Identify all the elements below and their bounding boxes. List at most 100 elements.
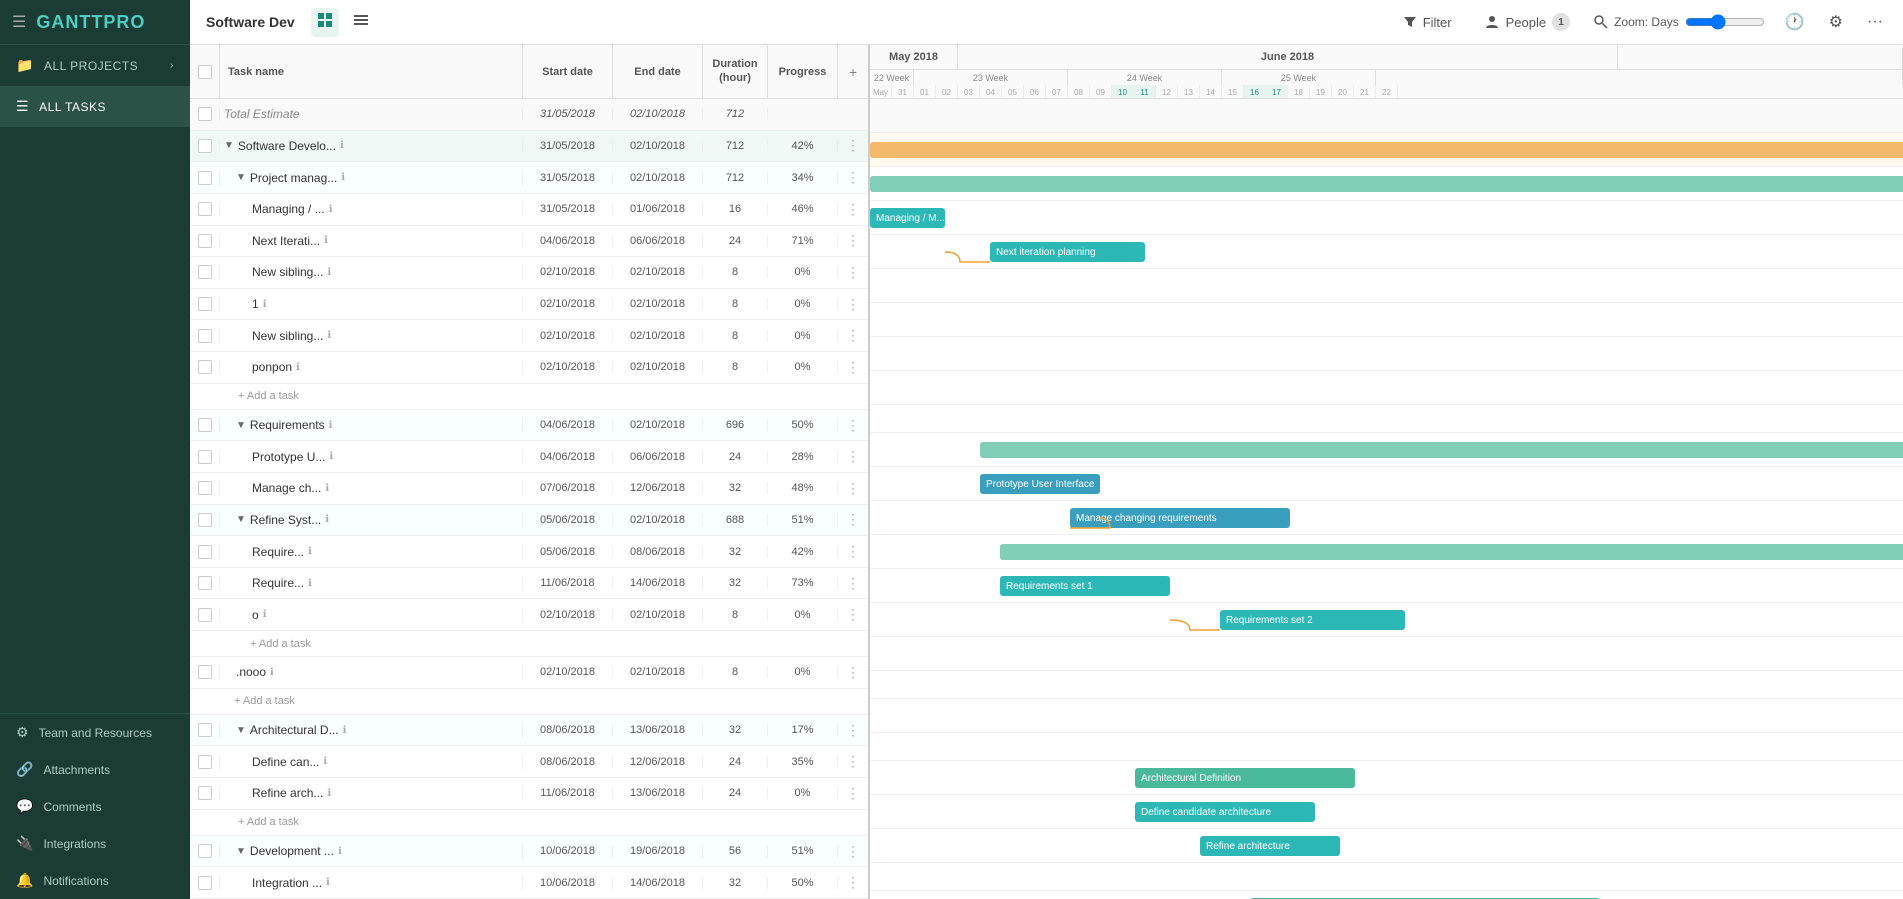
row-checkbox[interactable] [190, 202, 220, 216]
row-checkbox[interactable] [190, 576, 220, 590]
info-icon[interactable]: ℹ [296, 362, 300, 373]
add-col-header[interactable]: + [838, 45, 868, 98]
gantt-bar-manage-changing[interactable]: Manage changing requirements [1070, 508, 1290, 528]
gantt-bar-define-arch[interactable]: Define candidate architecture [1135, 802, 1315, 822]
gantt-bar-refine-sys[interactable] [1000, 544, 1903, 560]
gantt-bar-req-set2[interactable]: Requirements set 2 [1220, 610, 1405, 630]
info-icon[interactable]: ℹ [270, 667, 274, 678]
info-icon[interactable]: ℹ [327, 330, 331, 341]
info-icon[interactable]: ℹ [338, 846, 342, 857]
row-checkbox[interactable] [190, 297, 220, 311]
sidebar-item-attachments[interactable]: 🔗 Attachments [0, 751, 190, 788]
gantt-body[interactable]: ◁ Managing / M... [870, 99, 1903, 899]
info-icon[interactable]: ℹ [308, 578, 312, 589]
row-checkbox[interactable] [190, 418, 220, 432]
row-checkbox[interactable] [190, 107, 220, 121]
row-menu[interactable]: ⋮ [838, 264, 868, 281]
row-menu[interactable]: ⋮ [838, 785, 868, 802]
row-checkbox[interactable] [190, 450, 220, 464]
row-checkbox[interactable] [190, 360, 220, 374]
row-menu[interactable]: ⋮ [838, 480, 868, 497]
gantt-bar-managing[interactable]: Managing / M... [870, 208, 945, 228]
info-icon[interactable]: ℹ [343, 725, 347, 736]
row-checkbox[interactable] [190, 844, 220, 858]
row-checkbox[interactable] [190, 545, 220, 559]
row-menu[interactable]: ⋮ [838, 296, 868, 313]
info-icon[interactable]: ℹ [329, 420, 333, 431]
collapse-icon[interactable]: ▼ [236, 846, 246, 857]
row-menu[interactable]: ⋮ [838, 722, 868, 739]
row-checkbox[interactable] [190, 329, 220, 343]
gantt-bar-requirements[interactable] [980, 442, 1903, 458]
add-task-button[interactable]: + Add a task [190, 689, 868, 715]
row-checkbox[interactable] [190, 876, 220, 890]
sidebar-item-notifications[interactable]: 🔔 Notifications [0, 862, 190, 899]
sidebar-item-integrations[interactable]: 🔌 Integrations [0, 825, 190, 862]
info-icon[interactable]: ℹ [340, 140, 344, 151]
info-icon[interactable]: ℹ [308, 546, 312, 557]
collapse-icon[interactable]: ▼ [224, 140, 234, 151]
filter-button[interactable]: Filter [1395, 11, 1460, 34]
hamburger-icon[interactable]: ☰ [12, 12, 26, 32]
row-menu[interactable]: ⋮ [838, 753, 868, 770]
row-checkbox[interactable] [190, 234, 220, 248]
row-menu[interactable]: ⋮ [838, 232, 868, 249]
info-icon[interactable]: ℹ [263, 299, 267, 310]
row-menu[interactable]: ⋮ [838, 327, 868, 344]
info-icon[interactable]: ℹ [323, 756, 327, 767]
row-menu[interactable]: ⋮ [838, 874, 868, 891]
row-checkbox[interactable] [190, 608, 220, 622]
collapse-icon[interactable]: ▼ [236, 725, 246, 736]
info-icon[interactable]: ℹ [326, 877, 330, 888]
row-checkbox[interactable] [190, 755, 220, 769]
add-task-button[interactable]: + Add a task [190, 631, 868, 657]
info-icon[interactable]: ℹ [263, 609, 267, 620]
grid-view-button[interactable] [311, 8, 339, 37]
info-icon[interactable]: ℹ [327, 267, 331, 278]
add-task-button[interactable]: + Add a task [190, 810, 868, 836]
history-button[interactable]: 🕐 [1781, 8, 1809, 36]
gantt-bar-refine-arch[interactable]: Refine architecture [1200, 836, 1340, 856]
sidebar-item-all-tasks[interactable]: ☰ ALL TASKS [0, 86, 190, 127]
gantt-bar-req-set1[interactable]: Requirements set 1 [1000, 576, 1170, 596]
row-menu[interactable]: ⋮ [838, 137, 868, 154]
info-icon[interactable]: ℹ [329, 204, 333, 215]
row-menu[interactable]: ⋮ [838, 201, 868, 218]
gantt-bar-arch-def[interactable]: Architectural Definition [1135, 768, 1355, 788]
row-menu[interactable]: ⋮ [838, 359, 868, 376]
zoom-slider[interactable] [1685, 14, 1765, 30]
collapse-icon[interactable]: ▼ [236, 172, 246, 183]
sidebar-item-all-projects[interactable]: 📁 ALL PROJECTS › [0, 45, 190, 86]
row-menu[interactable]: ⋮ [838, 575, 868, 592]
row-menu[interactable]: ⋮ [838, 417, 868, 434]
info-icon[interactable]: ℹ [327, 788, 331, 799]
collapse-icon[interactable]: ▼ [236, 420, 246, 431]
info-icon[interactable]: ℹ [325, 514, 329, 525]
gantt-bar-project-manage[interactable] [870, 176, 1903, 192]
row-checkbox[interactable] [190, 139, 220, 153]
info-icon[interactable]: ℹ [329, 451, 333, 462]
row-menu[interactable]: ⋮ [838, 543, 868, 560]
info-icon[interactable]: ℹ [341, 172, 345, 183]
row-checkbox[interactable] [190, 786, 220, 800]
sidebar-item-comments[interactable]: 💬 Comments [0, 788, 190, 825]
add-task-button[interactable]: + Add a task [190, 384, 868, 410]
people-button[interactable]: People 1 [1476, 9, 1578, 35]
collapse-icon[interactable]: ▼ [236, 514, 246, 525]
row-checkbox[interactable] [190, 513, 220, 527]
row-menu[interactable]: ⋮ [838, 664, 868, 681]
timeline-view-button[interactable] [347, 8, 375, 37]
gantt-bar-software-dev[interactable] [870, 142, 1903, 158]
info-icon[interactable]: ℹ [324, 235, 328, 246]
row-menu[interactable]: ⋮ [838, 511, 868, 528]
row-checkbox[interactable] [190, 665, 220, 679]
settings-button[interactable]: ⚙ [1825, 8, 1847, 36]
row-checkbox[interactable] [190, 265, 220, 279]
gantt-bar-prototype[interactable]: Prototype User Interface [980, 474, 1100, 494]
row-menu[interactable]: ⋮ [838, 448, 868, 465]
row-menu[interactable]: ⋮ [838, 843, 868, 860]
info-icon[interactable]: ℹ [325, 483, 329, 494]
row-menu[interactable]: ⋮ [838, 606, 868, 623]
row-checkbox[interactable] [190, 723, 220, 737]
gantt-bar-next-iteration[interactable]: Next iteration planning [990, 242, 1145, 262]
